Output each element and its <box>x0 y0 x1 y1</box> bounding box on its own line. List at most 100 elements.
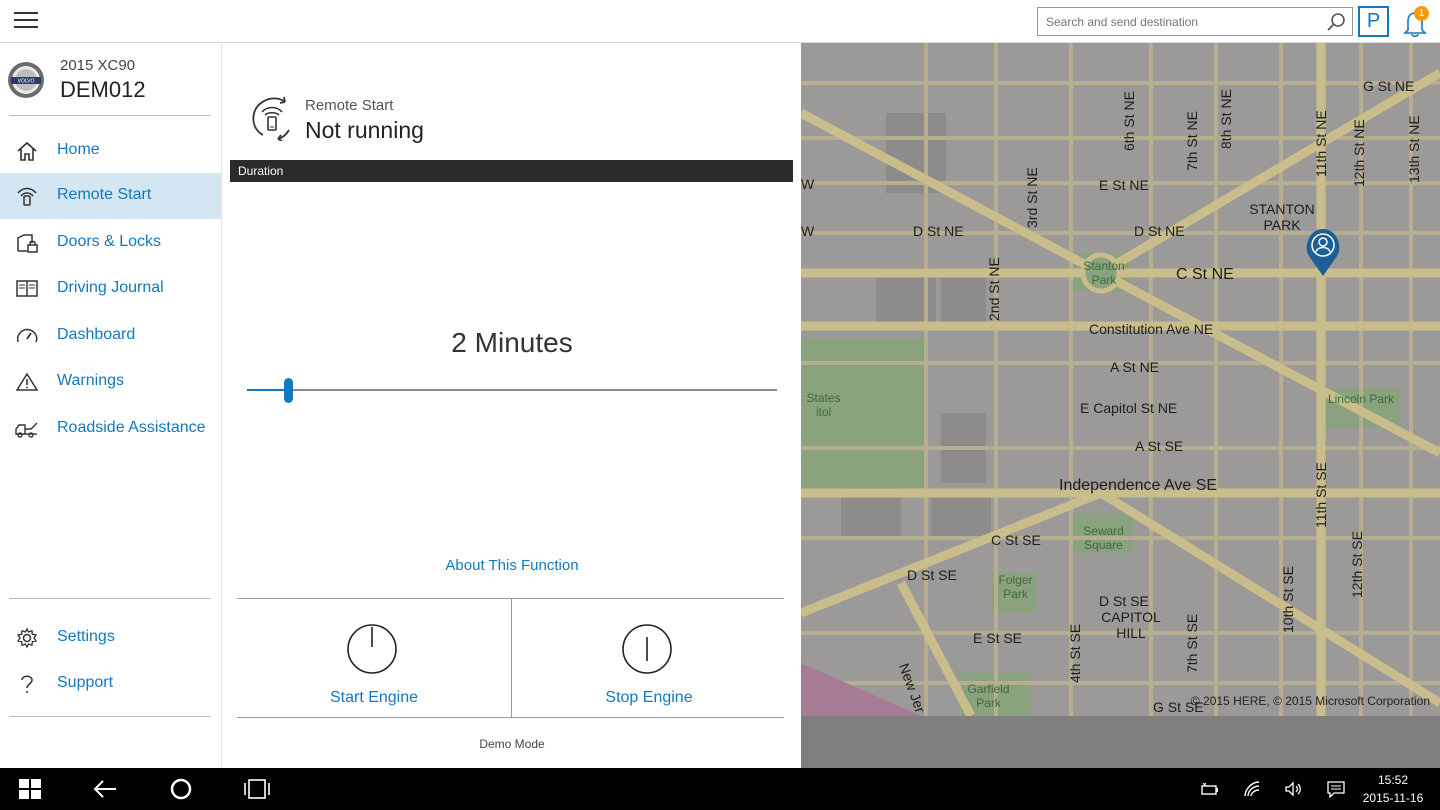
park-label: Stanton Park <box>1083 259 1125 287</box>
street-label: W <box>801 223 815 239</box>
journal-icon <box>16 280 38 297</box>
street-label: D St NE <box>913 223 964 239</box>
taskbar-clock[interactable]: 15:52 2015-11-16 <box>1358 771 1428 807</box>
map-copyright: © 2015 HERE, © 2015 Microsoft Corporatio… <box>1190 694 1430 708</box>
engine-status: Not running <box>305 117 424 143</box>
street-label: C St NE <box>1176 266 1234 283</box>
street-label: 2nd St NE <box>986 257 1002 321</box>
duration-value: 2 Minutes <box>451 327 573 358</box>
street-label: 12th St SE <box>1349 531 1365 598</box>
remote-start-icon <box>17 187 37 206</box>
about-function-link[interactable]: About This Function <box>223 557 801 574</box>
gauge-icon <box>16 328 38 343</box>
park-label: States itol <box>806 391 841 419</box>
nav-item-label: Home <box>57 141 100 158</box>
action-center-icon[interactable] <box>1326 780 1346 798</box>
street-label: Independence Ave SE <box>1059 477 1218 494</box>
start-engine-label: Start Engine <box>329 689 419 706</box>
street-label: C St SE <box>991 532 1041 548</box>
notification-badge: 1 <box>1414 6 1429 21</box>
location-pin-icon[interactable] <box>1305 227 1341 277</box>
street-label: 10th St SE <box>1280 566 1296 633</box>
street-label: 4th St SE <box>1067 623 1083 683</box>
street-label: 8th St NE <box>1218 89 1234 149</box>
clock-time: 15:52 <box>1377 773 1409 787</box>
divider <box>9 598 211 599</box>
duration-header: Duration <box>230 160 793 182</box>
park-label: Folger Park <box>998 573 1033 601</box>
warning-icon <box>15 372 39 391</box>
question-icon <box>21 675 33 693</box>
nav-item-label: Roadside Assistance <box>57 419 206 436</box>
slider-track <box>247 389 777 391</box>
stop-engine-button[interactable]: Stop Engine <box>512 599 786 717</box>
nav-item-label: Support <box>57 674 114 691</box>
street-label: 11th St NE <box>1313 110 1329 177</box>
nav-item-settings[interactable]: Settings <box>0 615 221 661</box>
wifi-icon[interactable] <box>1243 780 1263 798</box>
parking-button[interactable]: P <box>1358 6 1389 37</box>
back-arrow-icon[interactable] <box>91 776 119 802</box>
street-label: D St SE <box>1099 593 1149 609</box>
nav-item-roadside-assistance[interactable]: Roadside Assistance <box>0 406 221 452</box>
street-label: W <box>801 176 815 192</box>
nav-item-label: Dashboard <box>57 326 136 343</box>
street-label: 13th St NE <box>1406 115 1422 183</box>
slider-thumb[interactable] <box>283 378 293 403</box>
clock-date: 2015-11-16 <box>1362 791 1424 805</box>
nav-item-remote-start[interactable]: Remote Start <box>0 173 221 219</box>
place-label: CAPITOL HILL <box>1101 609 1161 641</box>
battery-icon[interactable] <box>1200 780 1220 798</box>
svg-text:VOLVO: VOLVO <box>18 79 35 85</box>
start-engine-button[interactable]: Start Engine <box>237 599 511 717</box>
nav-item-label: Remote Start <box>57 186 152 203</box>
street-label: E Capitol St NE <box>1080 400 1178 416</box>
nav-item-home[interactable]: Home <box>0 128 221 174</box>
street-label: E St NE <box>1099 177 1149 193</box>
park-label: Garfield Park <box>967 682 1010 710</box>
nav-item-label: Warnings <box>57 372 124 389</box>
windows-start-icon[interactable] <box>16 776 44 802</box>
nav-item-warnings[interactable]: Warnings <box>0 359 221 405</box>
nav-item-label: Settings <box>57 628 115 645</box>
street-label: A St NE <box>1110 359 1160 375</box>
divider <box>9 115 211 116</box>
street-label: D St SE <box>907 567 957 583</box>
search-box[interactable] <box>1037 7 1353 36</box>
street-label: 6th St NE <box>1121 91 1137 151</box>
street-label: G St NE <box>1363 78 1415 94</box>
park-label: Seward Square <box>1083 524 1124 552</box>
task-view-icon[interactable] <box>243 776 271 802</box>
taskbar: 15:52 2015-11-16 <box>0 768 1440 810</box>
duration-slider[interactable] <box>247 377 777 403</box>
volume-icon[interactable] <box>1284 780 1304 798</box>
car-model: 2015 XC90 <box>60 57 136 74</box>
notifications-button[interactable]: 1 <box>1400 6 1430 38</box>
search-icon[interactable] <box>1326 12 1346 32</box>
hamburger-menu-icon[interactable] <box>14 12 38 30</box>
stop-icon <box>622 624 672 674</box>
map-view[interactable]: 6th St NE 7th St NE 8th St NE 11th St NE… <box>801 43 1440 716</box>
nav-item-label: Doors & Locks <box>57 233 162 250</box>
street-label: 7th St SE <box>1184 613 1200 673</box>
app-window: P 1 VOLVO 2015 XC90 DEM012 Home Remote S… <box>0 0 1440 810</box>
nav-item-support[interactable]: Support <box>0 661 221 707</box>
remote-start-icon <box>252 96 290 141</box>
street-label: Constitution Ave NE <box>1089 321 1214 337</box>
nav-item-doors-locks[interactable]: Doors & Locks <box>0 220 221 266</box>
street-label: E St SE <box>973 630 1023 646</box>
nav-item-dashboard[interactable]: Dashboard <box>0 313 221 359</box>
volvo-logo-icon: VOLVO <box>8 62 44 98</box>
street-label: 3rd St NE <box>1024 167 1040 228</box>
nav-item-driving-journal[interactable]: Driving Journal <box>0 266 221 312</box>
street-label: D St NE <box>1134 223 1185 239</box>
search-input[interactable] <box>1038 8 1323 35</box>
tow-truck-icon <box>15 422 38 438</box>
street-label: 12th St NE <box>1351 119 1367 187</box>
car-header: VOLVO 2015 XC90 DEM012 <box>0 43 222 115</box>
top-bar: P 1 <box>0 0 1440 43</box>
car-plate: DEM012 <box>60 77 146 102</box>
remote-start-panel: Remote Start Not running Duration 2 Minu… <box>223 43 801 768</box>
sidebar: VOLVO 2015 XC90 DEM012 Home Remote Start… <box>0 43 222 768</box>
cortana-icon[interactable] <box>167 776 195 802</box>
